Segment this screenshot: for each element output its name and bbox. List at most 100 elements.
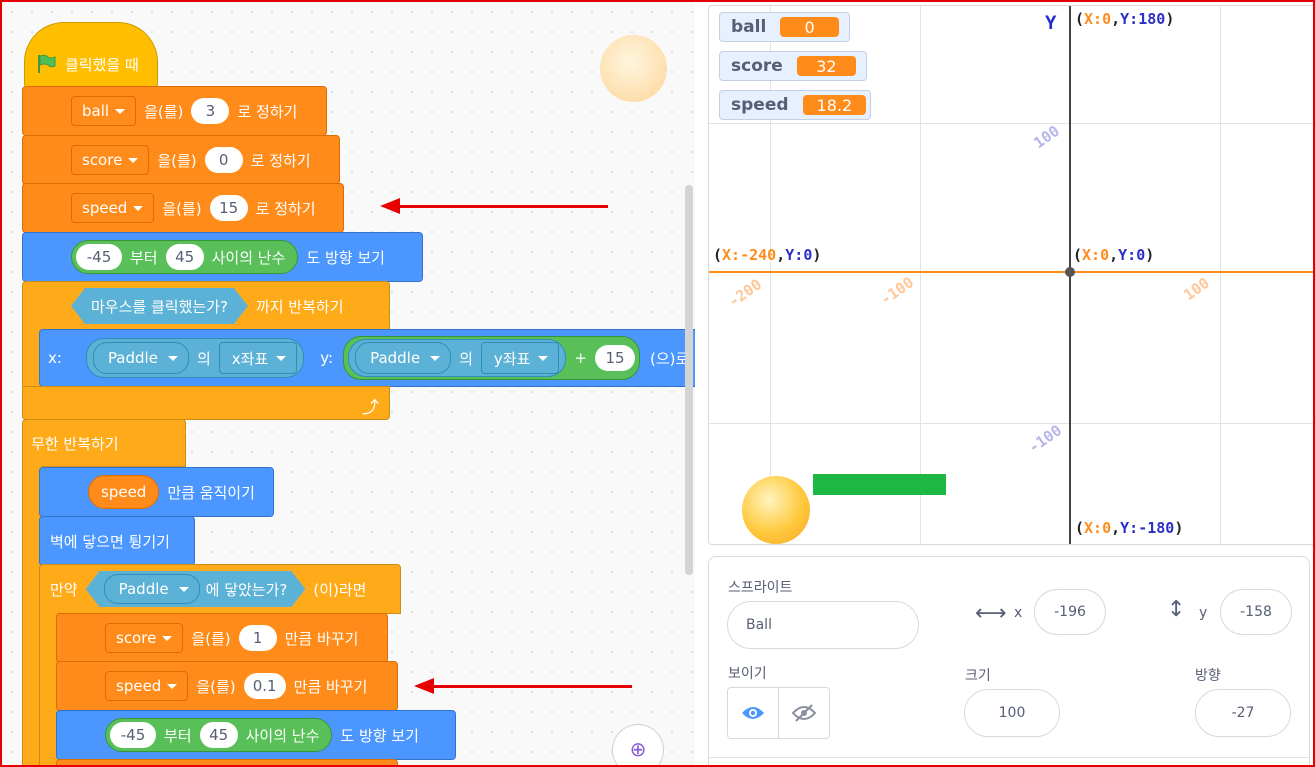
y-tick-100: 100 [1030,121,1063,153]
paddle-sprite-dropdown[interactable]: Paddle [92,342,189,374]
change-speed-block[interactable]: speed 을(를) 0.1 만큼 바꾸기 [56,661,398,711]
score-change-input[interactable]: 1 [238,625,277,651]
grid-line [770,6,771,544]
grid-line [709,423,1315,424]
hide-button[interactable] [779,688,829,738]
point-direction-block-2[interactable]: -45 부터 45 사이의 난수 도 방향 보기 [56,710,456,760]
show-label: 보이기 [728,666,767,682]
score-variable-dropdown[interactable]: score [105,623,184,653]
add-value-input[interactable]: 15 [594,345,635,371]
x-property-dropdown[interactable]: x좌표 [218,342,298,374]
size-label: 크기 [965,668,991,684]
if-touching-block[interactable]: 만약 Paddle 에 닿았는가? (이)라면 [39,564,401,614]
paddle-sprite-dropdown[interactable]: Paddle [104,574,200,604]
repeat-until-block[interactable]: 마우스를 클릭했는가? 까지 반복하기 [22,281,390,331]
top-coord-label: (X:0,Y:180) [1075,10,1175,28]
speed-variable-reporter[interactable]: speed [88,475,160,509]
sprite-name-input[interactable]: Ball [727,601,919,649]
code-area-scrollbar[interactable] [685,185,693,575]
vertical-arrows-icon: ↕ [1167,597,1186,622]
y-axis-label: Y [1045,12,1057,34]
point-direction-block[interactable]: -45 부터 45 사이의 난수 도 방향 보기 [22,232,423,282]
panel-divider [709,757,1309,758]
grid-line [709,123,1315,124]
green-flag-icon [38,54,56,73]
chevron-down-icon [538,355,549,361]
visibility-toggle [727,687,830,739]
set-score-block[interactable]: score 을(를) 0 로 정하기 [22,135,340,185]
hat-label: 클릭했을 때 [65,55,139,74]
left-coord-label: (X:-240,Y:0) [713,246,822,264]
annotation-arrow [414,678,632,694]
random-from-input[interactable]: -45 [110,722,156,748]
chevron-down-icon [276,355,287,361]
zoom-in-button[interactable]: ⊕ [612,724,664,765]
sprite-info-panel: 스프라이트 Ball ⟷ x -196 ↕ y -158 보이기 크기 100 … [708,556,1310,766]
direction-input[interactable]: -27 [1195,689,1291,737]
y-position-input[interactable]: -158 [1220,589,1292,635]
x-position-input[interactable]: -196 [1034,589,1106,635]
change-score-block[interactable]: score 을(를) 1 만큼 바꾸기 [56,613,388,663]
size-input[interactable]: 100 [964,689,1060,737]
chevron-down-icon [162,635,173,641]
random-from-input[interactable]: -45 [76,244,122,270]
ball-value-input[interactable]: 3 [191,98,230,124]
loop-arrow-icon: ⤴ [362,398,379,418]
origin-dot [1065,267,1075,277]
grid-line [920,6,921,544]
chevron-down-icon [167,355,178,361]
chevron-down-icon [115,108,126,114]
code-area[interactable]: 클릭했을 때 ball 을(를) 3 로 정하기 score 을(를) 0 로 … [2,2,695,765]
grid-line [1220,6,1221,544]
score-variable-dropdown[interactable]: score [71,145,150,175]
next-block-partial [56,759,398,765]
speed-variable-monitor[interactable]: speed 18.2 [719,90,871,120]
x-axis [709,271,1315,273]
y-position-of-reporter[interactable]: Paddle 의 y좌표 [348,339,567,377]
chevron-down-icon [430,355,441,361]
chevron-down-icon [133,205,144,211]
direction-label: 방향 [1195,668,1221,684]
paddle-sprite-dropdown[interactable]: Paddle [355,342,452,374]
y-label: y [1199,605,1208,621]
y-property-dropdown[interactable]: y좌표 [480,342,560,374]
y-tick-neg100: -100 [1025,421,1066,457]
score-variable-monitor[interactable]: score 32 [719,51,867,81]
forever-block[interactable]: 무한 반복하기 [22,419,186,467]
eye-slash-icon [792,704,816,722]
move-steps-block[interactable]: speed 만큼 움직이기 [39,467,274,517]
ball-sprite[interactable] [742,476,810,544]
stage[interactable]: Y (X:0,Y:180) (X:-240,Y:0) (X:0,Y:0) (X:… [708,5,1315,545]
x-tick-100: 100 [1180,273,1213,305]
show-button[interactable] [728,688,779,738]
speed-value-input[interactable]: 15 [209,195,248,221]
sprite-name-label: 스프라이트 [728,580,793,596]
speed-change-input[interactable]: 0.1 [243,673,286,699]
random-to-input[interactable]: 45 [199,722,238,748]
speed-variable-dropdown[interactable]: speed [71,193,155,223]
bottom-coord-label: (X:0,Y:-180) [1075,519,1184,537]
x-position-of-reporter[interactable]: Paddle 의 x좌표 [85,338,305,378]
ball-variable-dropdown[interactable]: ball [71,96,137,126]
bounce-block[interactable]: 벽에 닿으면 튕기기 [39,516,195,566]
when-flag-clicked-block[interactable]: 클릭했을 때 [24,22,158,88]
random-reporter[interactable]: -45 부터 45 사이의 난수 [105,718,333,752]
current-sprite-thumbnail [600,35,667,102]
set-speed-block[interactable]: speed 을(를) 15 로 정하기 [22,183,344,233]
random-to-input[interactable]: 45 [165,244,204,270]
eye-icon [742,707,764,719]
annotation-arrow [380,198,608,214]
goto-xy-block[interactable]: x: Paddle 의 x좌표 y: Paddle 의 y좌표 + 15 (으)… [39,329,695,387]
ball-variable-monitor[interactable]: ball 0 [719,12,850,42]
mouse-down-condition[interactable]: 마우스를 클릭했는가? [71,288,248,324]
paddle-sprite[interactable] [813,474,946,495]
score-value-input[interactable]: 0 [204,147,243,173]
set-ball-block[interactable]: ball 을(를) 3 로 정하기 [22,86,327,136]
chevron-down-icon [128,157,139,163]
touching-condition[interactable]: Paddle 에 닿았는가? [86,571,306,607]
horizontal-arrows-icon: ⟷ [975,601,1007,626]
add-operator-reporter[interactable]: Paddle 의 y좌표 + 15 [343,336,640,380]
chevron-down-icon [167,683,178,689]
speed-variable-dropdown[interactable]: speed [105,671,189,701]
random-reporter[interactable]: -45 부터 45 사이의 난수 [71,240,299,274]
